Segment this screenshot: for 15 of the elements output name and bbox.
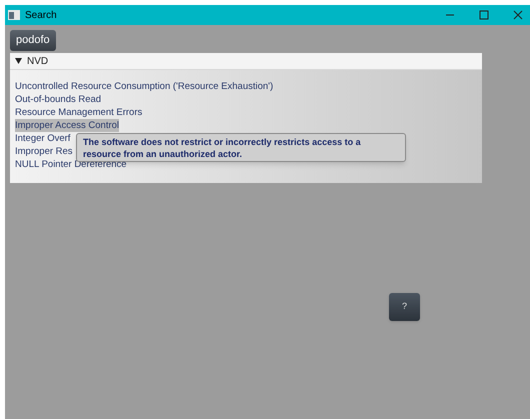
- result-item[interactable]: Improper Access Control: [15, 119, 120, 132]
- section-header[interactable]: NVD: [10, 53, 482, 70]
- disclosure-triangle-icon: [15, 58, 22, 64]
- result-item[interactable]: Integer Overf: [15, 132, 70, 145]
- window-icon: [8, 10, 20, 20]
- help-button[interactable]: ?: [389, 293, 420, 321]
- result-item[interactable]: Out-of-bounds Read: [15, 93, 102, 106]
- close-icon[interactable]: [513, 10, 523, 20]
- tooltip: The software does not restrict or incorrectly restricts access to a resource from an unauthorized actor.: [76, 133, 406, 162]
- tab[interactable]: podofo: [10, 30, 56, 51]
- result-item[interactable]: Resource Management Errors: [15, 106, 142, 119]
- result-item[interactable]: Uncontrolled Resource Consumption ('Resource Exhaustion'): [15, 80, 274, 93]
- window-title: Search: [25, 8, 57, 22]
- maximize-icon[interactable]: [479, 10, 489, 20]
- result-item[interactable]: Improper Res: [15, 145, 73, 158]
